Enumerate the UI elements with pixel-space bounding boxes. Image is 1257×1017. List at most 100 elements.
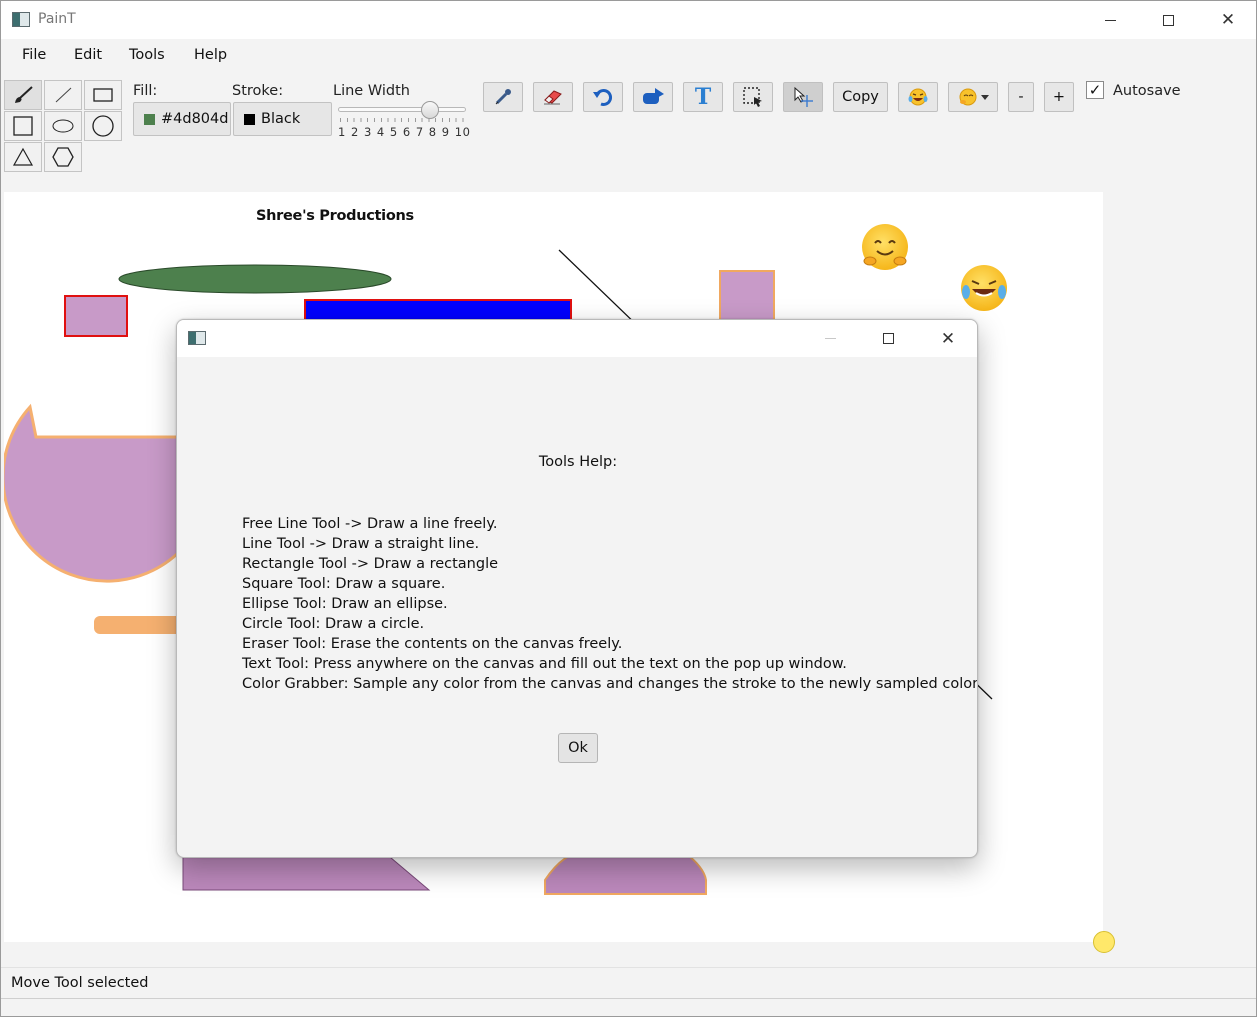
help-text-list: Free Line Tool -> Draw a line freely. Li… bbox=[242, 514, 978, 694]
circle-tool-button[interactable] bbox=[84, 111, 122, 141]
move-tool-button[interactable] bbox=[783, 82, 823, 112]
stroke-swatch bbox=[244, 113, 255, 125]
help-line-eraser: Eraser Tool: Erase the contents on the c… bbox=[242, 636, 623, 652]
undo-button[interactable] bbox=[583, 82, 623, 112]
ellipse-tool-button[interactable] bbox=[44, 111, 82, 141]
pink-rectangle-shape bbox=[64, 295, 128, 337]
eraser-icon bbox=[544, 90, 562, 105]
canvas-title-text: Shree's Productions bbox=[256, 208, 414, 224]
square-icon bbox=[13, 116, 33, 136]
menu-tools[interactable]: Tools bbox=[129, 47, 165, 63]
move-icon bbox=[794, 86, 813, 107]
menu-help[interactable]: Help bbox=[194, 47, 227, 63]
menu-file[interactable]: File bbox=[22, 47, 46, 63]
app-icon bbox=[12, 12, 30, 27]
status-text: Move Tool selected bbox=[11, 975, 149, 991]
redo-button[interactable] bbox=[633, 82, 673, 112]
brush-icon bbox=[15, 86, 33, 103]
dialog-title-bar[interactable]: ✕ bbox=[177, 320, 977, 357]
rectangle-icon bbox=[93, 88, 113, 102]
laughing-emoji-stamp bbox=[961, 265, 1007, 311]
line-width-slider-thumb[interactable] bbox=[421, 101, 439, 119]
zoom-out-button[interactable]: - bbox=[1008, 82, 1034, 112]
paint-app-window: PainT ✕ File Edit Tools Help Fill: #4d80… bbox=[0, 0, 1257, 1017]
help-line-color-grabber: Color Grabber: Sample any color from the… bbox=[242, 676, 978, 692]
zoom-in-button[interactable]: + bbox=[1044, 82, 1074, 112]
pink-arch-shape bbox=[544, 851, 707, 895]
line-width-tick-labels: 1 2 3 4 5 6 7 8 9 10 bbox=[338, 125, 471, 139]
close-icon: ✕ bbox=[940, 328, 956, 349]
line-icon bbox=[55, 87, 72, 103]
copy-label: Copy bbox=[842, 89, 879, 105]
line-tool-button[interactable] bbox=[44, 80, 82, 110]
tools-help-dialog: ✕ Tools Help: Free Line Tool -> Draw a l… bbox=[176, 319, 978, 858]
line-width-slider-track[interactable] bbox=[338, 107, 466, 112]
hugging-emoji-stamp bbox=[862, 224, 908, 270]
stroke-label: Stroke: bbox=[232, 83, 284, 99]
minimize-icon bbox=[824, 338, 836, 339]
help-line-circle: Circle Tool: Draw a circle. bbox=[242, 616, 425, 632]
close-icon: ✕ bbox=[1220, 9, 1236, 30]
window-title: PainT bbox=[38, 11, 76, 27]
ok-button[interactable]: Ok bbox=[558, 733, 598, 763]
green-ellipse-shape bbox=[118, 264, 392, 294]
eraser-button[interactable] bbox=[533, 82, 573, 112]
title-bar[interactable]: PainT ✕ bbox=[1, 1, 1256, 39]
fill-label: Fill: bbox=[133, 83, 158, 99]
eyedropper-icon bbox=[495, 89, 511, 105]
undo-icon bbox=[593, 88, 613, 106]
text-icon: T bbox=[694, 84, 712, 110]
help-line-square: Square Tool: Draw a square. bbox=[242, 576, 446, 592]
line-width-ticks bbox=[340, 118, 466, 122]
dialog-close-button[interactable]: ✕ bbox=[919, 320, 977, 357]
redo-icon bbox=[643, 88, 664, 104]
rectangle-tool-button[interactable] bbox=[84, 80, 122, 110]
ok-label: Ok bbox=[568, 740, 588, 756]
plus-label: + bbox=[1052, 89, 1066, 105]
minus-label: - bbox=[1018, 89, 1024, 105]
selection-icon bbox=[743, 87, 762, 107]
hugging-emoji-dropdown-icon bbox=[959, 88, 989, 106]
bottom-strip bbox=[1, 998, 1256, 1016]
polygon-tool-button[interactable] bbox=[44, 142, 82, 172]
toolbar: Fill: #4d804d Stroke: Black Line Width 1… bbox=[1, 71, 1256, 189]
triangle-icon bbox=[12, 147, 34, 166]
free-line-tool-button[interactable] bbox=[4, 80, 42, 110]
menu-edit[interactable]: Edit bbox=[74, 47, 102, 63]
dialog-minimize-button[interactable] bbox=[801, 320, 859, 357]
checkmark-icon: ✓ bbox=[1088, 80, 1102, 99]
emoji-dropdown-button[interactable] bbox=[948, 82, 998, 112]
help-line-text: Text Tool: Press anywhere on the canvas … bbox=[242, 656, 847, 672]
stroke-color-picker[interactable]: Black bbox=[233, 102, 332, 136]
mouse-cursor-indicator bbox=[1093, 931, 1115, 953]
copy-button[interactable]: Copy bbox=[833, 82, 888, 112]
minimize-icon bbox=[1104, 19, 1116, 21]
fill-color-picker[interactable]: #4d804d bbox=[133, 102, 231, 136]
status-bar: Move Tool selected bbox=[1, 967, 1256, 998]
autosave-checkbox[interactable]: ✓ bbox=[1086, 81, 1104, 99]
triangle-tool-button[interactable] bbox=[4, 142, 42, 172]
square-tool-button[interactable] bbox=[4, 111, 42, 141]
emoji-stamp-button[interactable] bbox=[898, 82, 938, 112]
maximize-button[interactable] bbox=[1139, 1, 1197, 39]
text-tool-button[interactable]: T bbox=[683, 82, 723, 112]
ellipse-icon bbox=[52, 119, 74, 133]
circle-icon bbox=[92, 115, 114, 137]
close-button[interactable]: ✕ bbox=[1199, 1, 1256, 39]
laughing-emoji-icon bbox=[908, 88, 928, 106]
help-line-line: Line Tool -> Draw a straight line. bbox=[242, 536, 480, 552]
dialog-heading: Tools Help: bbox=[538, 454, 618, 470]
pink-circle-shape bbox=[4, 403, 186, 583]
line-width-label: Line Width bbox=[333, 83, 410, 99]
fill-color-value: #4d804d bbox=[161, 111, 229, 127]
color-grabber-button[interactable] bbox=[483, 82, 523, 112]
maximize-icon bbox=[882, 333, 894, 344]
help-line-rectangle: Rectangle Tool -> Draw a rectangle bbox=[242, 556, 499, 572]
minimize-button[interactable] bbox=[1081, 1, 1139, 39]
tears-of-joy-icon bbox=[962, 280, 1006, 299]
hugging-face-icon bbox=[863, 240, 907, 266]
select-tool-button[interactable] bbox=[733, 82, 773, 112]
dialog-maximize-button[interactable] bbox=[859, 320, 917, 357]
maximize-icon bbox=[1162, 14, 1174, 26]
fill-swatch bbox=[144, 113, 155, 125]
